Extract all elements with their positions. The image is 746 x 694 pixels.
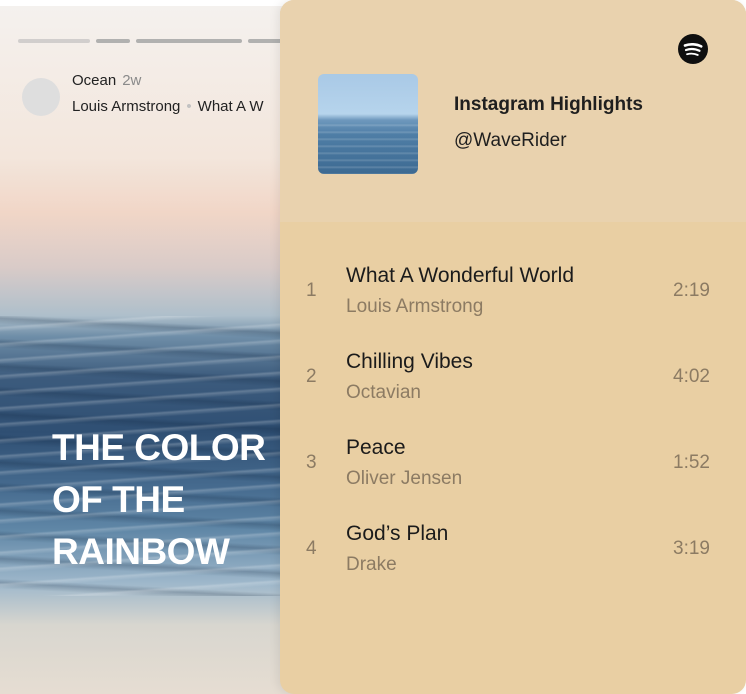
- track-duration: 3:19: [673, 538, 710, 559]
- track-row[interactable]: 1 What A Wonderful World Louis Armstrong…: [280, 260, 746, 346]
- track-row[interactable]: 2 Chilling Vibes Octavian 4:02: [280, 346, 746, 432]
- story-artist: Louis Armstrong: [72, 98, 181, 115]
- playlist-cover-image: [318, 74, 418, 174]
- progress-segment: [96, 39, 130, 43]
- track-row[interactable]: 4 God’s Plan Drake 3:19: [280, 518, 746, 604]
- story-song: What A W: [197, 98, 264, 115]
- playlist-user[interactable]: @WaveRider: [454, 130, 567, 152]
- track-duration: 2:19: [673, 280, 710, 301]
- track-number: 1: [306, 280, 317, 301]
- playlist-title: Instagram Highlights: [454, 94, 643, 115]
- spotify-playlist-panel: Instagram Highlights @WaveRider 1 What A…: [280, 0, 746, 694]
- track-artist: Octavian: [346, 382, 421, 403]
- story-headline: THE COLOR OF THE RAINBOW: [52, 427, 266, 572]
- track-list: 1 What A Wonderful World Louis Armstrong…: [280, 260, 746, 604]
- track-artist: Oliver Jensen: [346, 468, 463, 489]
- track-artist: Louis Armstrong: [346, 296, 484, 317]
- progress-segment: [136, 39, 242, 43]
- story-progress: [18, 39, 300, 43]
- track-number: 4: [306, 538, 317, 559]
- track-name: What A Wonderful World: [346, 264, 574, 287]
- avatar[interactable]: [22, 78, 60, 116]
- story-card[interactable]: Ocean 2w Louis Armstrong • What A W THE COL…: [0, 6, 300, 694]
- track-name: Peace: [346, 436, 406, 459]
- track-number: 2: [306, 366, 317, 387]
- track-row[interactable]: 3 Peace Oliver Jensen 1:52: [280, 432, 746, 518]
- story-header: Ocean 2w Louis Armstrong • What A W: [22, 72, 264, 116]
- track-number: 3: [306, 452, 317, 473]
- post-time: 2w: [122, 72, 142, 89]
- track-duration: 4:02: [673, 366, 710, 387]
- track-artist: Drake: [346, 554, 397, 575]
- progress-segment: [18, 39, 90, 43]
- track-name: God’s Plan: [346, 522, 449, 545]
- track-name: Chilling Vibes: [346, 350, 473, 373]
- separator-dot: •: [186, 98, 192, 115]
- track-duration: 1:52: [673, 452, 710, 473]
- spotify-icon[interactable]: [678, 34, 708, 64]
- account-name[interactable]: Ocean: [72, 72, 116, 89]
- playlist-header: Instagram Highlights @WaveRider: [280, 0, 746, 222]
